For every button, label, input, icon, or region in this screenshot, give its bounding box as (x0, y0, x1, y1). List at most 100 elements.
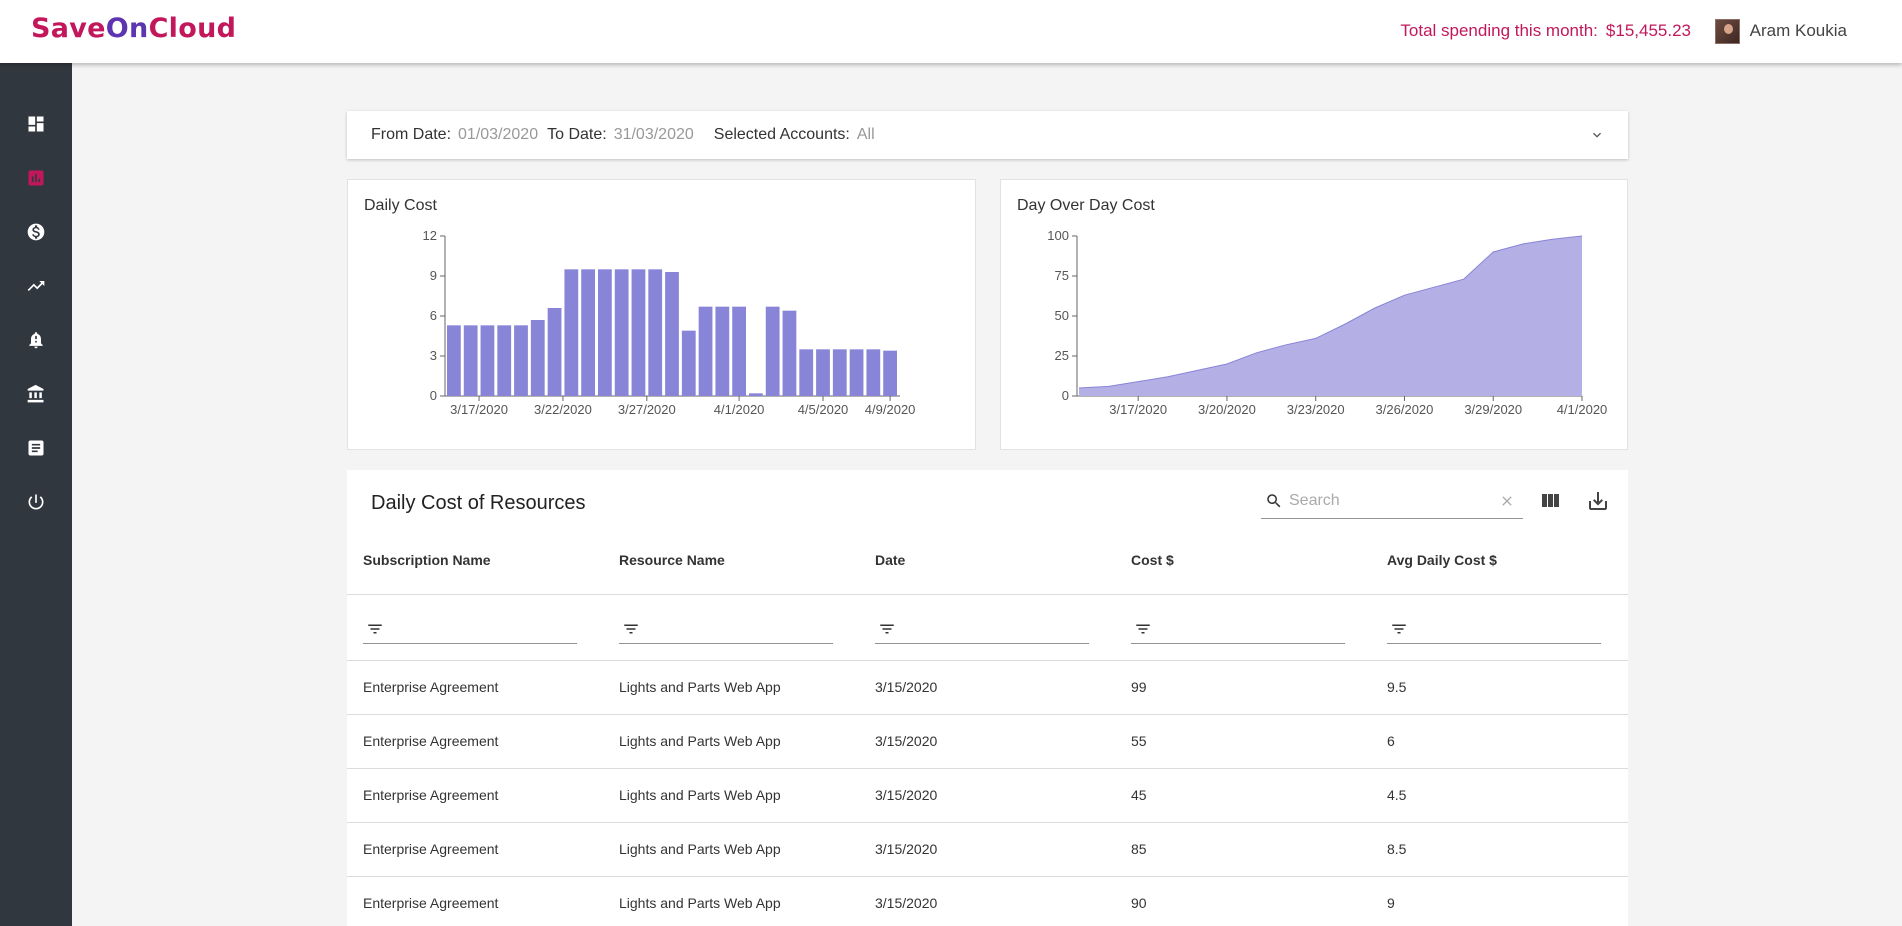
daily-cost-bar (715, 306, 730, 396)
daily-cost-chart-card: Daily Cost 0 3 6 9 12 3/17/2020 3/22/2020 3/27/… (347, 179, 976, 450)
subscription-filter-input[interactable] (363, 610, 577, 644)
top-app-bar: SaveOnCloud Total spending this month: $1… (0, 0, 1902, 63)
cell-date: 3/15/2020 (875, 679, 938, 695)
daily-cost-bar (581, 269, 595, 396)
alert-bell-icon (29, 332, 43, 349)
logo-part-cloud: Cloud (148, 13, 237, 44)
accounts-label: Selected Accounts: (713, 126, 850, 143)
daily-cost-bar (447, 325, 461, 396)
sidebar-item-alerts[interactable] (0, 313, 72, 367)
table-row[interactable]: Enterprise Agreement Lights and Parts We… (347, 769, 1628, 823)
daily-cost-x-tick-label: 3/27/2020 (618, 402, 676, 417)
filter-icon (1392, 624, 1406, 634)
day-over-day-y-tick-label: 75 (1055, 268, 1069, 283)
cell-date: 3/15/2020 (875, 841, 938, 857)
day-over-day-area-chart: 0 25 50 75 100 3/17/2020 3/20/2020 3/23/2020 3/2… (1047, 228, 1607, 417)
cell-subscription: Enterprise Agreement (363, 787, 499, 803)
daily-cost-bar (598, 269, 612, 396)
daily-cost-bar (883, 350, 897, 396)
document-icon (28, 440, 44, 456)
daily-cost-bar (530, 320, 545, 396)
cell-cost: 45 (1131, 787, 1147, 803)
column-header-date[interactable]: Date (875, 552, 905, 568)
table-row[interactable]: Enterprise Agreement Lights and Parts We… (347, 877, 1628, 926)
trending-icon (27, 281, 45, 291)
daily-cost-bar (648, 269, 663, 396)
bank-icon (27, 384, 44, 403)
resource-filter-input[interactable] (619, 610, 833, 644)
cell-date: 3/15/2020 (875, 787, 938, 803)
sidebar-item-logout[interactable] (0, 475, 72, 529)
accounts-value[interactable]: All (857, 126, 875, 144)
download-icon[interactable] (1586, 489, 1610, 513)
daily-cost-bar (816, 349, 830, 396)
day-over-day-x-tick-label: 3/23/2020 (1287, 402, 1345, 417)
spending-label: Total spending this month: (1400, 21, 1598, 40)
user-avatar[interactable] (1715, 19, 1740, 44)
cell-date: 3/15/2020 (875, 895, 938, 911)
daily-cost-bar (480, 325, 495, 396)
search-input[interactable] (1289, 489, 1489, 513)
daily-cost-bar (698, 306, 713, 396)
day-over-day-x-tick-label: 3/29/2020 (1464, 402, 1522, 417)
day-over-day-area (1079, 236, 1582, 396)
daily-cost-bar (749, 393, 763, 396)
cost-filter-input[interactable] (1131, 610, 1345, 644)
clear-search-icon[interactable] (1499, 493, 1515, 509)
cell-subscription: Enterprise Agreement (363, 733, 499, 749)
table-row[interactable]: Enterprise Agreement Lights and Parts We… (347, 715, 1628, 769)
to-date-label: To Date: (547, 126, 607, 143)
filter-icon (624, 624, 638, 634)
sidebar-item-cost-charts[interactable] (0, 151, 72, 205)
table-title: Daily Cost of Resources (371, 492, 586, 514)
monthly-spending: Total spending this month: $15,455.23 (1400, 21, 1691, 41)
cell-avg-daily-cost: 4.5 (1387, 787, 1407, 803)
daily-cost-y-tick-label: 0 (430, 388, 437, 403)
dashboard-icon (28, 116, 44, 132)
sidebar-item-trends[interactable] (0, 259, 72, 313)
day-over-day-chart-card: Day Over Day Cost 0 25 50 75 100 3/17/2020 3/2… (1000, 179, 1628, 450)
sidebar-item-reports[interactable] (0, 421, 72, 475)
cell-avg-daily-cost: 9 (1387, 895, 1395, 911)
daily-cost-bar (765, 306, 780, 396)
chevron-down-icon[interactable] (1589, 127, 1605, 143)
view-columns-icon[interactable] (1538, 489, 1562, 513)
search-icon (1267, 494, 1281, 508)
cell-avg-daily-cost: 8.5 (1387, 841, 1407, 857)
daily-cost-x-tick-label: 3/22/2020 (534, 402, 592, 417)
date-account-filter-bar[interactable]: From Date: 01/03/2020 To Date: 31/03/202… (347, 111, 1628, 159)
filter-icon (1136, 624, 1150, 634)
table-row[interactable]: Enterprise Agreement Lights and Parts We… (347, 661, 1628, 715)
sidebar-item-billing[interactable] (0, 205, 72, 259)
daily-cost-y-tick-label: 12 (423, 228, 437, 243)
user-name[interactable]: Aram Koukia (1750, 21, 1847, 41)
cell-subscription: Enterprise Agreement (363, 679, 499, 695)
cell-cost: 90 (1131, 895, 1147, 911)
cell-resource: Lights and Parts Web App (619, 841, 781, 857)
cell-subscription: Enterprise Agreement (363, 895, 499, 911)
sidebar-item-dashboard[interactable] (0, 97, 72, 151)
cell-cost: 85 (1131, 841, 1147, 857)
column-header-subscription[interactable]: Subscription Name (363, 552, 491, 568)
sidebar-item-accounts[interactable] (0, 367, 72, 421)
avg-daily-cost-filter-input[interactable] (1387, 610, 1601, 644)
column-header-resource[interactable]: Resource Name (619, 552, 725, 568)
day-over-day-y-tick-label: 0 (1062, 388, 1069, 403)
to-date-value[interactable]: 31/03/2020 (614, 126, 694, 144)
column-header-cost[interactable]: Cost $ (1131, 552, 1174, 568)
spending-value: $15,455.23 (1605, 21, 1691, 40)
cell-date: 3/15/2020 (875, 733, 938, 749)
date-filter-input[interactable] (875, 610, 1089, 644)
daily-cost-y-tick-label: 9 (430, 268, 437, 283)
column-header-avg-daily-cost[interactable]: Avg Daily Cost $ (1387, 552, 1497, 568)
daily-cost-y-tick-label: 6 (430, 308, 437, 323)
table-search[interactable] (1261, 484, 1523, 519)
daily-cost-bar (665, 272, 679, 396)
daily-cost-bar (614, 269, 629, 396)
daily-cost-bar (681, 330, 696, 396)
filter-icon (880, 624, 894, 634)
cell-avg-daily-cost: 6 (1387, 733, 1395, 749)
brand-logo[interactable]: SaveOnCloud (31, 13, 236, 44)
table-row[interactable]: Enterprise Agreement Lights and Parts We… (347, 823, 1628, 877)
from-date-value[interactable]: 01/03/2020 (458, 126, 538, 144)
